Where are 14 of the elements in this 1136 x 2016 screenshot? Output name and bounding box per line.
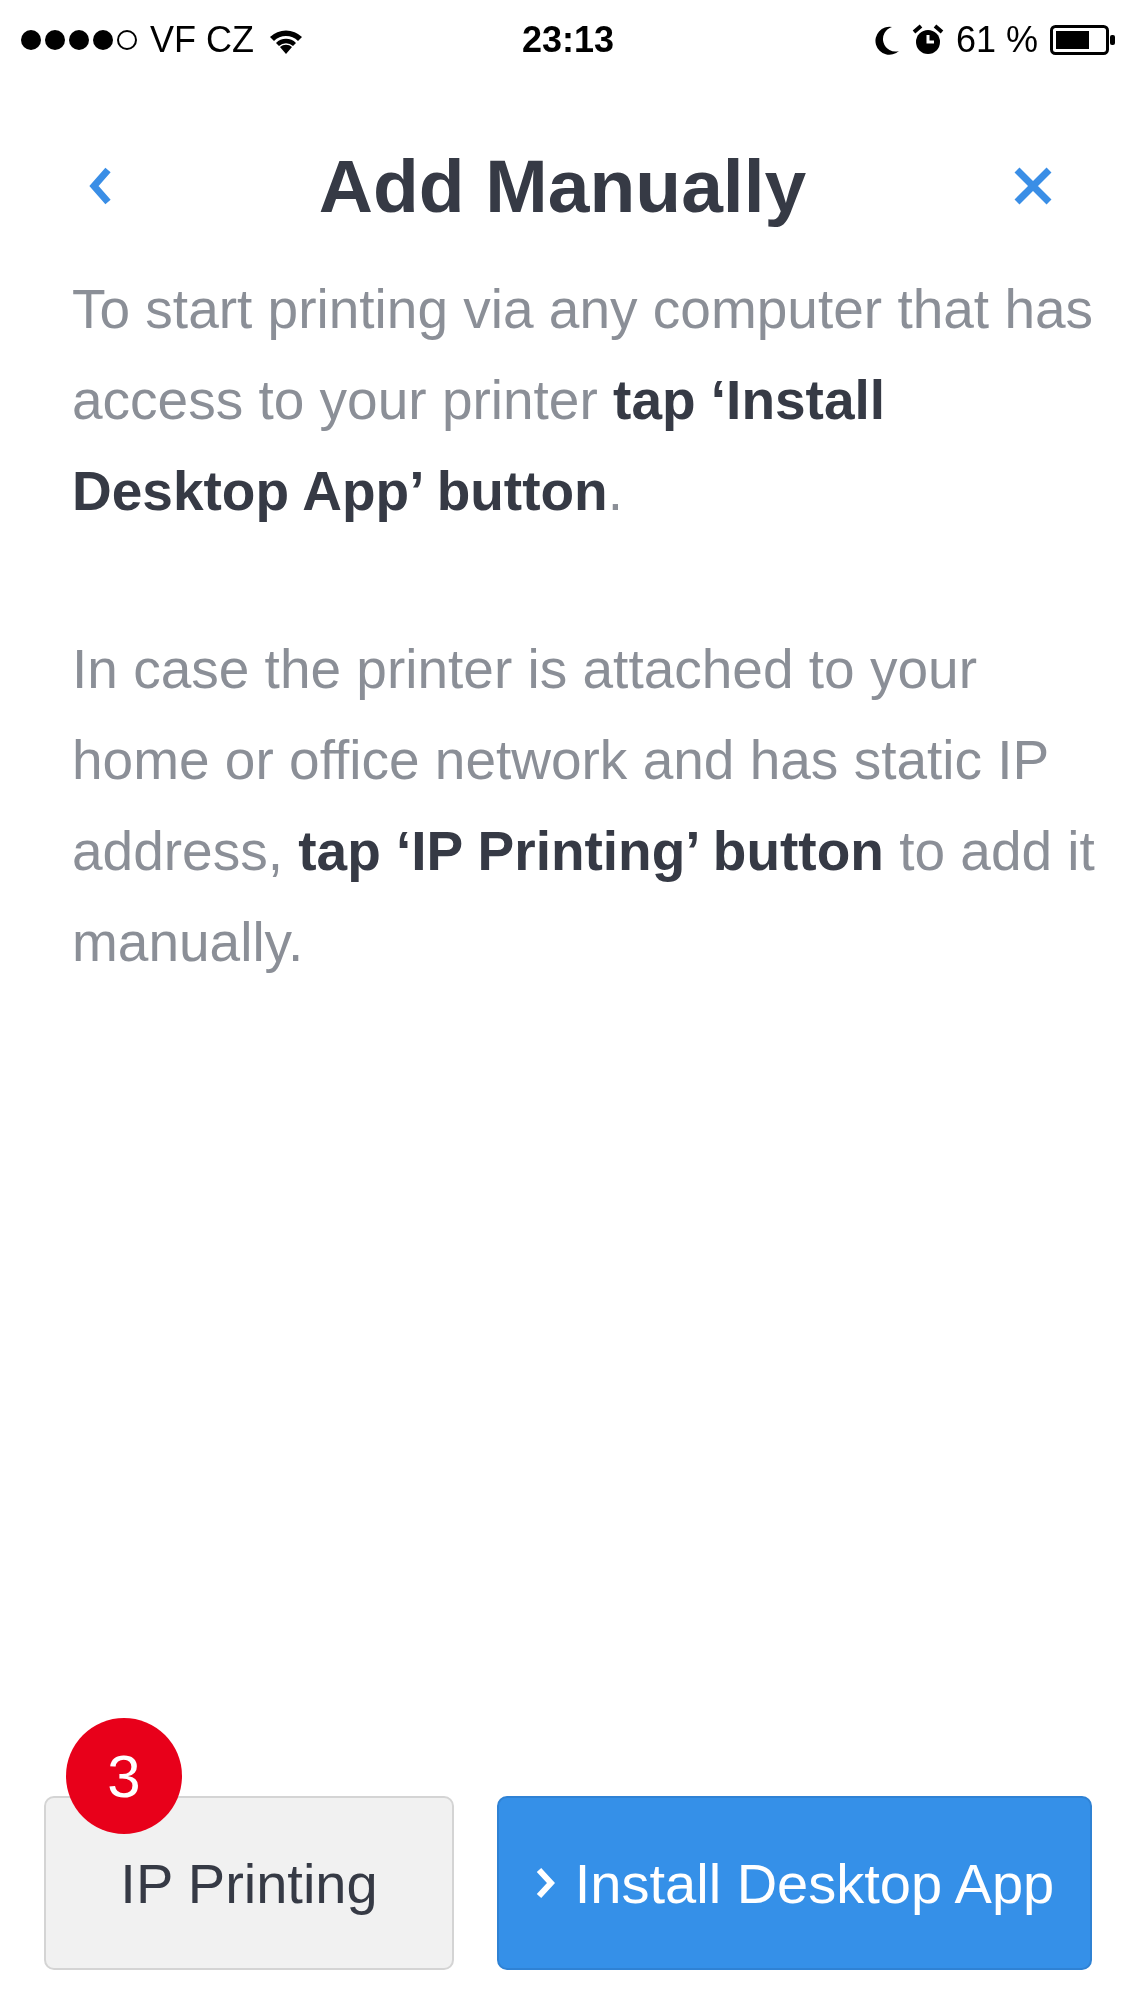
- chevron-right-icon: [534, 1867, 555, 1899]
- battery-icon: [1050, 25, 1116, 55]
- instruction-paragraph: In case the printer is attached to your home or office network and has static IP address, tap ‘IP Printing’ button to add it manually.: [72, 637, 1096, 975]
- signal-icon: [20, 29, 138, 51]
- clock-time: 23:13: [521, 19, 615, 61]
- notification-badge: 3: [66, 1718, 182, 1834]
- chevron-left-icon: [88, 166, 112, 206]
- close-icon: [1013, 166, 1053, 206]
- instruction-paragraph: To start printing via any computer that has access to your printer tap ‘Install Desktop App’ button.: [72, 277, 1095, 524]
- alarm-clock-icon: [911, 24, 944, 56]
- moon-icon: [873, 25, 900, 55]
- carrier-name: VF CZ: [150, 19, 254, 61]
- screen-title: Add Manually: [318, 143, 807, 229]
- battery-percentage: 61 %: [955, 19, 1038, 61]
